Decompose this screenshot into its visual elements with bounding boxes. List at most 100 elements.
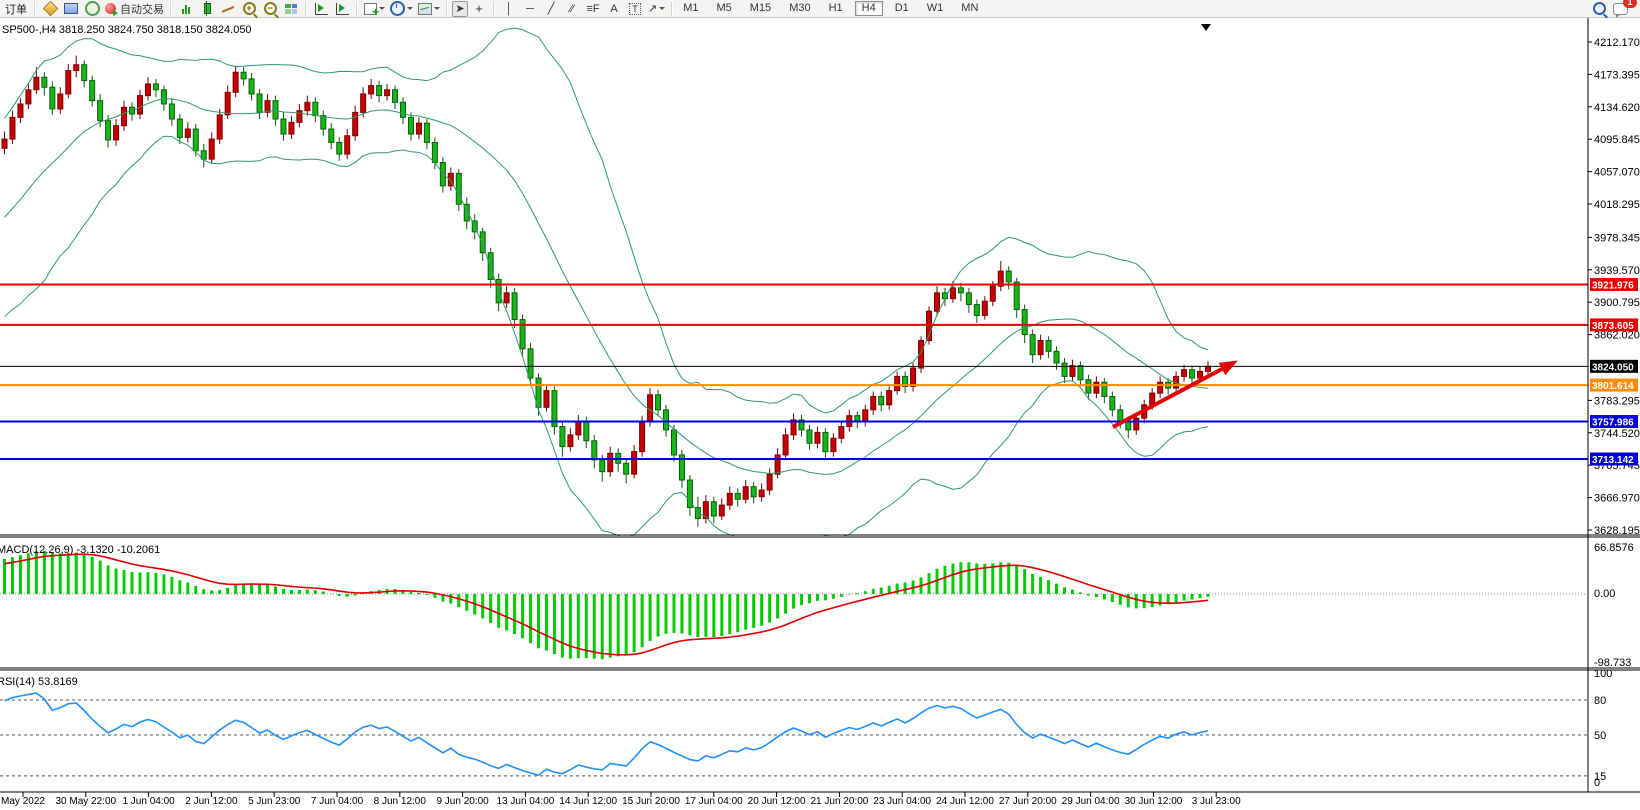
candle	[2, 139, 7, 148]
candle	[1062, 363, 1067, 376]
time-tick-label: 9 Jun 20:00	[436, 796, 489, 807]
candle	[640, 422, 645, 452]
price-tick-label: 4212.170	[1594, 37, 1640, 49]
timeframe-group: M1 M5 M15 M30 H1 H4 D1 W1 MN	[677, 1, 984, 16]
navigator-icon[interactable]	[82, 1, 102, 17]
candle	[592, 441, 597, 460]
tab-timeframe-M5[interactable]: M5	[711, 1, 738, 16]
candles-layer	[2, 56, 1210, 527]
candle	[632, 452, 637, 475]
candle	[177, 119, 182, 137]
bollinger-upper	[5, 28, 1208, 413]
chart-shift-icon[interactable]	[332, 1, 352, 17]
trend-arrow-head[interactable]	[1219, 361, 1238, 376]
candle	[584, 422, 589, 441]
candle	[122, 107, 127, 125]
candle	[1070, 366, 1075, 377]
crosshair-icon[interactable]: +	[469, 1, 489, 17]
tab-timeframe-M15[interactable]: M15	[744, 1, 777, 16]
macd-scale-label: 0.00	[1594, 588, 1615, 600]
auto-trading-button[interactable]: 自动交易	[103, 1, 166, 17]
tab-timeframe-H4[interactable]: H4	[855, 1, 883, 16]
candle	[50, 87, 55, 109]
candle	[775, 455, 780, 474]
time-tick-label: 3 Jul 23:00	[1192, 796, 1241, 807]
tab-timeframe-W1[interactable]: W1	[921, 1, 950, 16]
search-icon[interactable]	[1589, 1, 1609, 17]
candle	[337, 142, 342, 154]
candle	[1014, 282, 1019, 310]
bar-chart-icon[interactable]	[176, 1, 196, 17]
time-tick-label: 8 Jun 12:00	[374, 796, 427, 807]
candle	[1006, 271, 1011, 282]
candle	[568, 435, 573, 447]
candle	[671, 430, 676, 455]
equidistant-channel-icon[interactable]: ∕∕	[562, 1, 582, 17]
tab-timeframe-MN[interactable]: MN	[955, 1, 984, 16]
text-icon[interactable]: A	[604, 1, 624, 17]
time-tick-label: 20 Jun 12:00	[748, 796, 806, 807]
tab-timeframe-M30[interactable]: M30	[783, 1, 816, 16]
tab-timeframe-H1[interactable]: H1	[823, 1, 849, 16]
arrows-icon[interactable]: ↗	[646, 1, 667, 17]
bollinger-middle	[5, 99, 1208, 475]
candlestick-chart-icon[interactable]	[197, 1, 217, 17]
zoom-in-icon[interactable]: +	[239, 1, 259, 17]
price-tick-label: 3666.970	[1594, 493, 1640, 505]
time-tick-label: 5 Jun 23:00	[248, 796, 301, 807]
candle	[18, 104, 23, 117]
text-label-icon[interactable]: T	[625, 1, 645, 17]
toolbar-separator	[446, 2, 448, 16]
time-tick-label: 23 Jun 04:00	[873, 796, 931, 807]
horizontal-line-icon[interactable]: ─	[520, 1, 540, 17]
chevron-down-icon	[407, 7, 413, 10]
candle	[1182, 370, 1187, 377]
candle	[624, 463, 629, 474]
zoom-out-icon[interactable]: −	[260, 1, 280, 17]
candle	[544, 391, 549, 408]
candle	[839, 427, 844, 439]
bar-end-marker	[1201, 24, 1211, 31]
templates-icon[interactable]	[416, 1, 442, 17]
chevron-down-icon	[379, 7, 385, 10]
auto-scroll-icon[interactable]	[311, 1, 331, 17]
vertical-line-icon[interactable]: │	[499, 1, 519, 17]
new-order-button[interactable]: 订单	[2, 1, 30, 17]
market-watch-icon[interactable]	[61, 1, 81, 17]
candle	[719, 505, 724, 516]
candle	[751, 487, 756, 497]
tile-windows-icon[interactable]	[281, 1, 301, 17]
price-tick-label: 4057.070	[1594, 167, 1640, 179]
chart-canvas[interactable]: 4212.1704173.3954134.6204095.8454057.070…	[0, 0, 1640, 810]
cursor-icon[interactable]: ➤	[452, 1, 468, 17]
fibonacci-icon[interactable]: ≡F	[583, 1, 603, 17]
periods-icon[interactable]	[388, 1, 415, 17]
candle	[10, 117, 15, 139]
candle	[887, 391, 892, 405]
candle	[289, 122, 294, 134]
candle	[193, 129, 198, 151]
time-tick-label: 21 Jun 20:00	[810, 796, 868, 807]
candle	[424, 123, 429, 142]
add-indicator-icon[interactable]	[362, 1, 387, 17]
candle	[1022, 310, 1027, 335]
candle	[512, 293, 517, 320]
price-badge-label: 3824.050	[1592, 362, 1634, 373]
tab-timeframe-D1[interactable]: D1	[889, 1, 915, 16]
chat-icon[interactable]: 1	[1610, 1, 1630, 17]
new-order-icon[interactable]	[40, 1, 60, 17]
toolbar-separator	[671, 2, 673, 16]
line-chart-icon[interactable]	[218, 1, 238, 17]
candle	[807, 430, 812, 443]
chevron-down-icon	[434, 7, 440, 10]
price-axis-layer: 4212.1704173.3954134.6204095.8454057.070…	[1588, 37, 1640, 537]
candle	[759, 490, 764, 497]
candle	[401, 102, 406, 117]
candle	[34, 77, 39, 90]
trendline-icon[interactable]: ╱	[541, 1, 561, 17]
candle	[432, 142, 437, 162]
macd-signal-value: -10.2061	[117, 544, 160, 556]
trend-arrow-line[interactable]	[1113, 369, 1222, 427]
rsi-label: RSI(14) 53.8169	[0, 676, 78, 688]
tab-timeframe-M1[interactable]: M1	[677, 1, 704, 16]
